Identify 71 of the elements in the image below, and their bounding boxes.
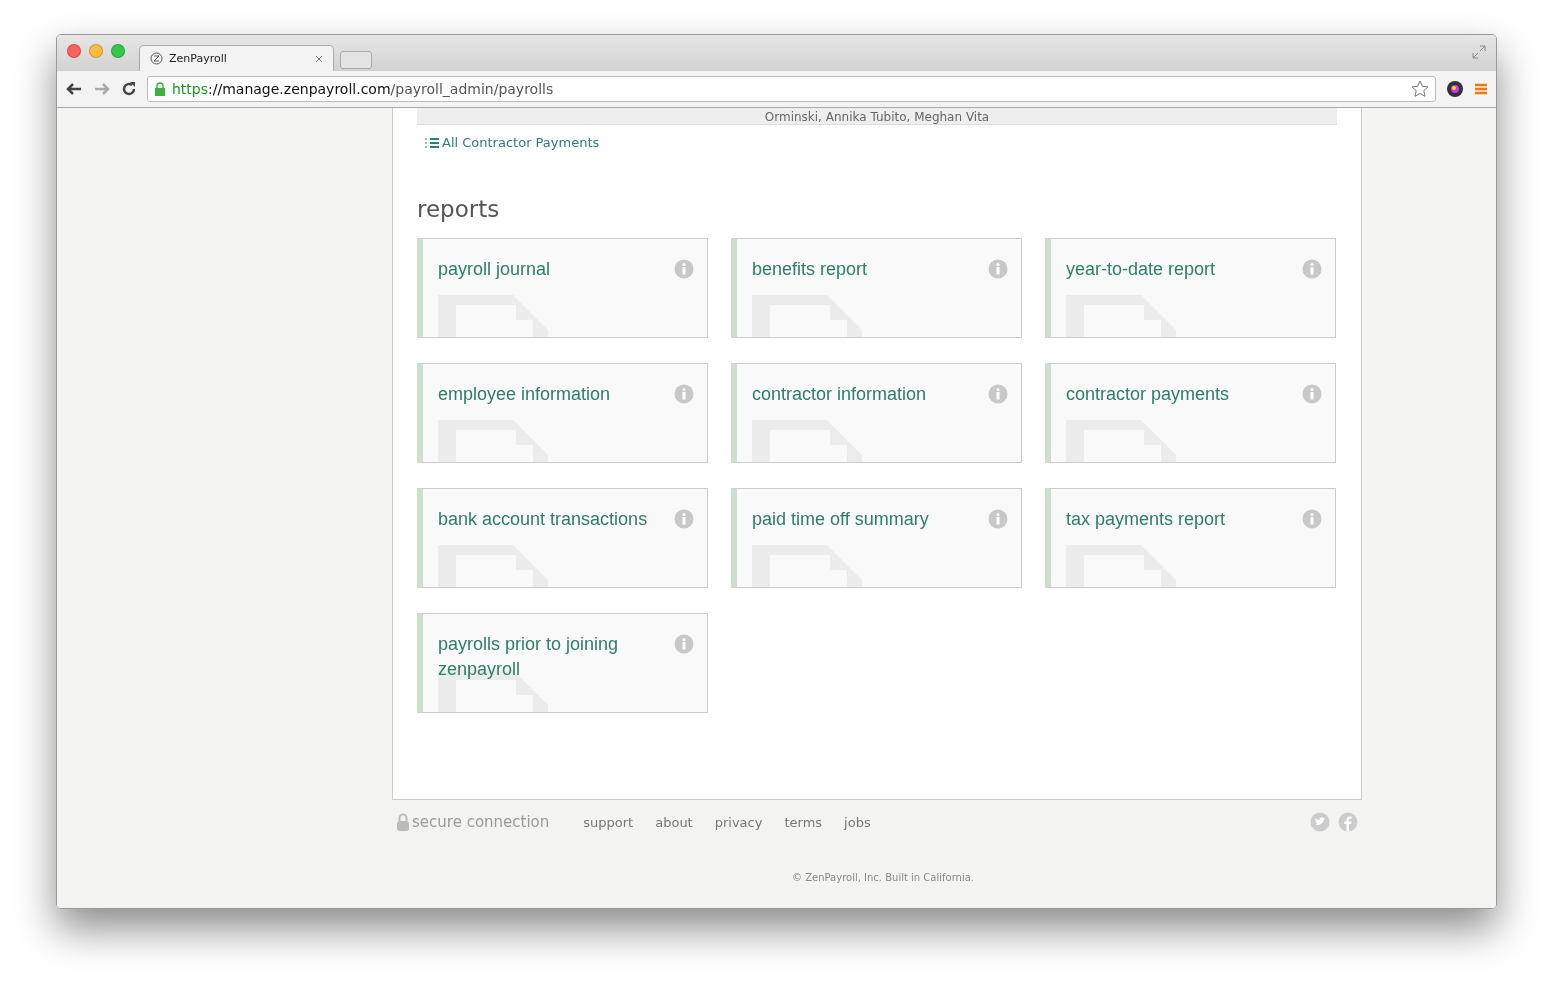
names-text: Orminski, Annika Tubito, Meghan Vita: [764, 110, 990, 124]
info-icon[interactable]: [674, 259, 694, 279]
footer-link[interactable]: privacy: [714, 814, 763, 830]
info-icon[interactable]: [674, 634, 694, 654]
document-icon: [438, 295, 550, 337]
report-title: payrolls prior to joining zenpayroll: [438, 633, 620, 681]
zoom-window-icon[interactable]: [111, 44, 125, 58]
report-card[interactable]: employee information: [417, 363, 708, 463]
footer-link[interactable]: jobs: [844, 814, 871, 830]
close-window-icon[interactable]: [67, 44, 81, 58]
document-icon: [1066, 295, 1178, 337]
footer-link[interactable]: support: [583, 814, 634, 830]
report-card[interactable]: year-to-date report: [1045, 238, 1336, 338]
menu-icon[interactable]: [1474, 82, 1488, 96]
report-card[interactable]: benefits report: [731, 238, 1022, 338]
new-tab-button[interactable]: [340, 51, 372, 69]
report-title: contractor information: [752, 383, 928, 406]
reload-icon[interactable]: [121, 81, 137, 97]
section-heading: reports: [417, 196, 501, 222]
info-icon[interactable]: [1302, 259, 1322, 279]
report-card[interactable]: payrolls prior to joining zenpayroll: [417, 613, 708, 713]
report-card[interactable]: contractor payments: [1045, 363, 1336, 463]
document-icon: [752, 545, 864, 587]
report-card[interactable]: paid time off summary: [731, 488, 1022, 588]
report-card[interactable]: contractor information: [731, 363, 1022, 463]
site-logo-icon: [150, 52, 163, 65]
info-icon[interactable]: [674, 384, 694, 404]
all-contractor-payments-link[interactable]: All Contractor Payments: [425, 135, 600, 150]
report-title: bank account transactions: [438, 508, 649, 531]
report-title: employee information: [438, 383, 612, 406]
report-title: tax payments report: [1066, 508, 1227, 531]
report-card[interactable]: tax payments report: [1045, 488, 1336, 588]
document-icon: [1066, 420, 1178, 462]
footer-link[interactable]: terms: [784, 814, 823, 830]
bird-icon[interactable]: [1310, 812, 1330, 832]
document-icon: [438, 420, 550, 462]
copyright-text: © ZenPayroll, Inc. Built in California.: [792, 872, 975, 883]
list-icon: [425, 136, 439, 149]
footer-link[interactable]: about: [655, 814, 693, 830]
url-text: https://manage.zenpayroll.com/payroll_admin/payrolls: [172, 81, 554, 97]
document-icon: [438, 545, 550, 587]
fullscreen-icon[interactable]: [1472, 45, 1486, 59]
report-title: benefits report: [752, 258, 869, 281]
report-card[interactable]: bank account transactions: [417, 488, 708, 588]
facebook-icon[interactable]: [1338, 812, 1358, 832]
report-title: contractor payments: [1066, 383, 1231, 406]
extension-icon[interactable]: [1446, 80, 1464, 98]
forward-icon[interactable]: [93, 81, 111, 97]
tab-title: ZenPayroll: [169, 52, 228, 65]
document-icon: [752, 420, 864, 462]
report-title: paid time off summary: [752, 508, 930, 531]
lock-icon: [396, 813, 410, 831]
back-icon[interactable]: [65, 81, 83, 97]
browser-tab[interactable]: ZenPayroll: [139, 45, 334, 71]
info-icon[interactable]: [1302, 384, 1322, 404]
info-icon[interactable]: [1302, 509, 1322, 529]
minimize-window-icon[interactable]: [89, 44, 103, 58]
info-icon[interactable]: [988, 259, 1008, 279]
document-icon: [1066, 545, 1178, 587]
lock-icon: [154, 82, 166, 96]
info-icon[interactable]: [988, 384, 1008, 404]
report-title: year-to-date report: [1066, 258, 1217, 281]
info-icon[interactable]: [674, 509, 694, 529]
star-icon[interactable]: [1411, 80, 1429, 98]
address-bar[interactable]: https://manage.zenpayroll.com/payroll_admin/payrolls: [147, 76, 1436, 102]
secure-connection-text: secure connection: [412, 813, 550, 831]
report-title: payroll journal: [438, 258, 552, 281]
info-icon[interactable]: [988, 509, 1008, 529]
report-card[interactable]: payroll journal: [417, 238, 708, 338]
document-icon: [752, 295, 864, 337]
close-tab-icon[interactable]: [315, 54, 323, 63]
